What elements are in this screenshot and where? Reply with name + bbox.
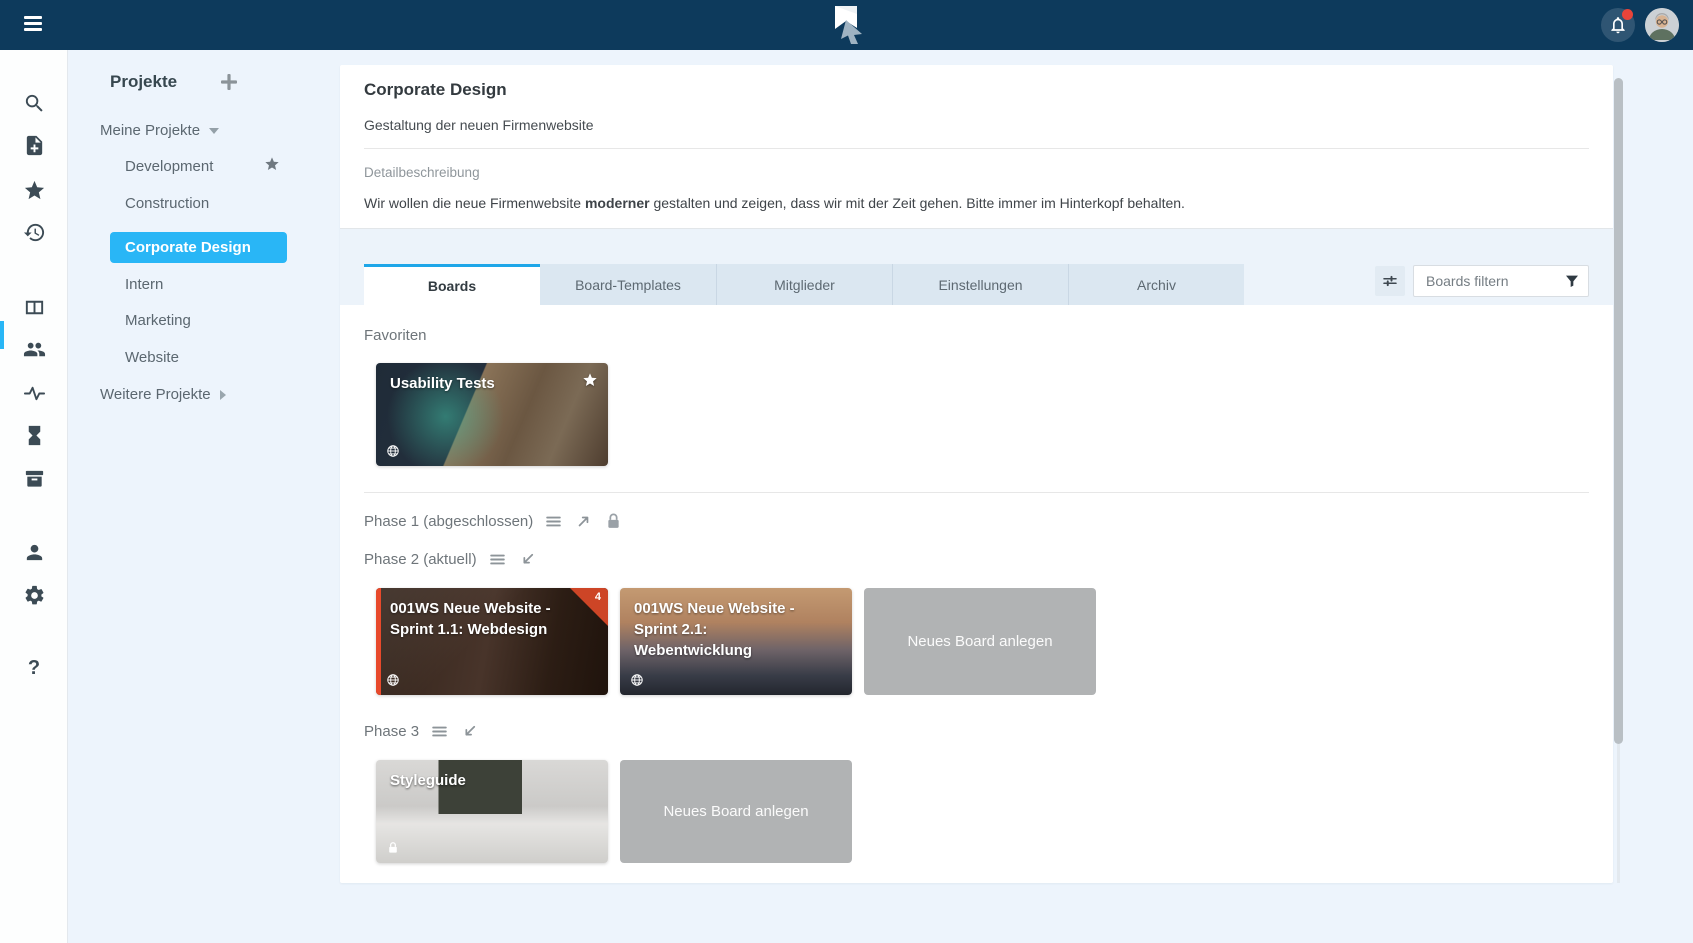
list-icon[interactable] [544, 512, 563, 531]
board-title: Styleguide [376, 760, 608, 791]
icon-rail: ? [0, 50, 68, 943]
page-subtitle: Gestaltung der neuen Firmenwebsite [364, 117, 1589, 133]
menu-icon[interactable] [24, 16, 42, 34]
rail-active-indicator [0, 321, 4, 349]
main-panel: Corporate Design Gestaltung der neuen Fi… [340, 65, 1613, 883]
project-description: Wir wollen die neue Firmenwebsite modern… [364, 195, 1589, 212]
tab-band: Boards Board-Templates Mitglieder Einste… [340, 228, 1613, 305]
group-label: Weitere Projekte [100, 386, 211, 403]
divider [364, 148, 1589, 149]
tab-bar: Boards Board-Templates Mitglieder Einste… [364, 264, 1244, 305]
add-project-button[interactable] [219, 72, 239, 92]
chevron-right-icon [220, 390, 226, 400]
help-icon[interactable]: ? [20, 654, 48, 682]
app-logo-icon[interactable] [826, 4, 868, 46]
globe-icon [386, 673, 400, 687]
sidebar-item-website[interactable]: Website [125, 349, 179, 367]
projects-panel: Projekte Meine Projekte Development Cons… [68, 50, 340, 943]
project-group-meine-projekte[interactable]: Meine Projekte [100, 122, 219, 139]
sidebar-item-marketing[interactable]: Marketing [125, 312, 191, 330]
history-icon[interactable] [20, 218, 48, 246]
expand-icon[interactable] [574, 512, 593, 531]
hourglass-icon[interactable] [20, 421, 48, 449]
topbar [0, 0, 1693, 50]
tune-icon [1381, 272, 1399, 290]
favorites-star-icon[interactable] [20, 176, 48, 204]
filter-options-button[interactable] [1375, 266, 1405, 296]
app: ? Projekte Meine Projekte Development Co… [0, 0, 1693, 943]
archive-icon[interactable] [20, 464, 48, 492]
tab-archiv[interactable]: Archiv [1068, 264, 1244, 305]
board-card-usability-tests[interactable]: Usability Tests [376, 363, 608, 466]
list-icon[interactable] [488, 550, 507, 569]
section-title-favoriten: Favoriten [364, 327, 427, 344]
board-columns-icon[interactable] [20, 293, 48, 321]
tab-boards[interactable]: Boards [364, 264, 540, 305]
divider [364, 492, 1589, 493]
section-title-phase2: Phase 2 (aktuell) [364, 551, 477, 568]
note-add-icon[interactable] [20, 131, 48, 159]
collapse-icon[interactable] [460, 722, 479, 741]
profile-icon[interactable] [20, 538, 48, 566]
sidebar-item-intern[interactable]: Intern [125, 276, 163, 294]
filter-controls [1375, 265, 1589, 297]
team-icon[interactable] [20, 335, 48, 363]
topbar-actions [1601, 8, 1679, 42]
board-title: 001WS Neue Website - Sprint 2.1: Webentw… [620, 588, 852, 661]
add-board-button[interactable]: Neues Board anlegen [864, 588, 1096, 695]
chevron-down-icon [209, 128, 219, 134]
board-card-sprint-2-1[interactable]: 001WS Neue Website - Sprint 2.1: Webentw… [620, 588, 852, 695]
board-card-sprint-1-1[interactable]: 001WS Neue Website - Sprint 1.1: Webdesi… [376, 588, 608, 695]
tab-board-templates[interactable]: Board-Templates [540, 264, 716, 305]
sidebar-item-corporate-design[interactable]: Corporate Design [110, 232, 287, 263]
tab-einstellungen[interactable]: Einstellungen [892, 264, 1068, 305]
notifications-button[interactable] [1601, 8, 1635, 42]
add-board-button[interactable]: Neues Board anlegen [620, 760, 852, 863]
detail-description-label: Detailbeschreibung [364, 165, 1589, 180]
globe-icon [630, 673, 644, 687]
activity-pulse-icon[interactable] [20, 379, 48, 407]
tab-mitglieder[interactable]: Mitglieder [716, 264, 892, 305]
lock-icon [386, 841, 400, 855]
page-title: Corporate Design [364, 65, 1589, 100]
projects-title: Projekte [110, 72, 177, 92]
board-card-styleguide[interactable]: Styleguide [376, 760, 608, 863]
sidebar-item-development[interactable]: Development [125, 158, 213, 176]
count-badge [570, 588, 608, 626]
board-title: Usability Tests [376, 363, 608, 394]
lock-icon [604, 512, 623, 531]
vertical-scrollbar-track [1617, 744, 1620, 883]
search-icon[interactable] [20, 89, 48, 117]
project-group-weitere-projekte[interactable]: Weitere Projekte [100, 386, 226, 403]
settings-gear-icon[interactable] [20, 581, 48, 609]
funnel-icon[interactable] [1564, 273, 1580, 289]
list-icon[interactable] [430, 722, 449, 741]
collapse-icon[interactable] [518, 550, 537, 569]
project-star-icon[interactable] [264, 156, 280, 172]
count-badge-value: 4 [595, 591, 601, 603]
section-title-phase3: Phase 3 [364, 723, 419, 740]
globe-icon [386, 444, 400, 458]
favorite-star-icon[interactable] [582, 372, 598, 388]
notification-badge [1622, 9, 1633, 20]
boards-filter-input[interactable] [1413, 265, 1589, 297]
add-board-label: Neues Board anlegen [663, 803, 808, 820]
active-project-label: Corporate Design [125, 239, 251, 256]
group-label: Meine Projekte [100, 122, 200, 139]
add-board-label: Neues Board anlegen [907, 633, 1052, 650]
section-title-phase1: Phase 1 (abgeschlossen) [364, 513, 533, 530]
user-avatar[interactable] [1645, 8, 1679, 42]
vertical-scrollbar-thumb[interactable] [1614, 78, 1623, 744]
sidebar-item-construction[interactable]: Construction [125, 195, 209, 213]
